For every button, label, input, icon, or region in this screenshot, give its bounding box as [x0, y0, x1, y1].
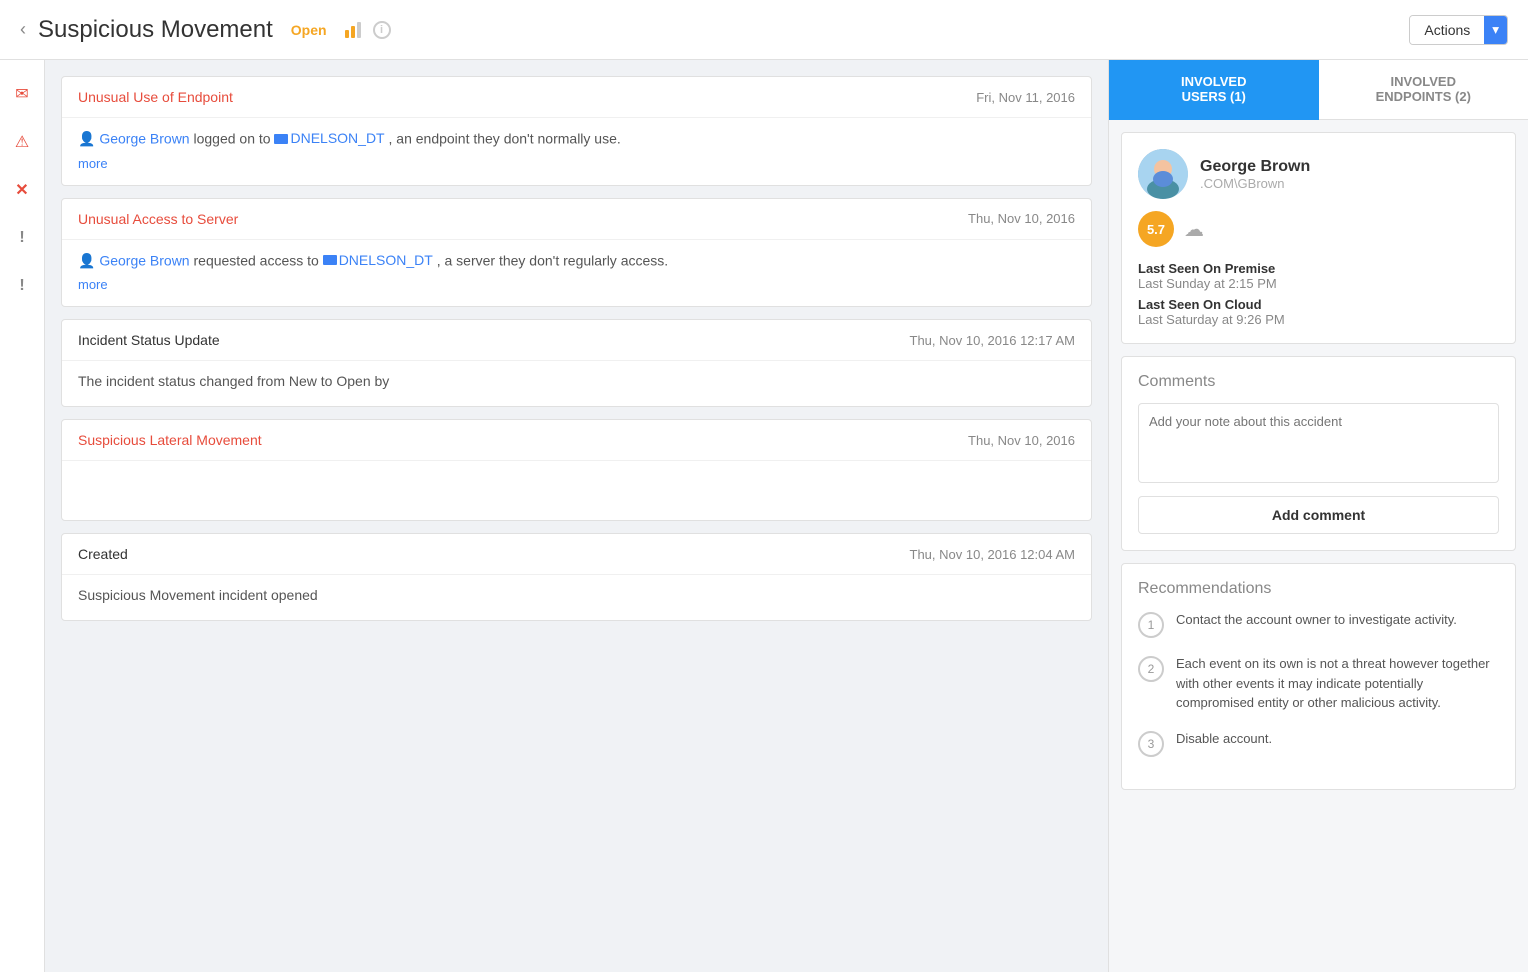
- tab-involved-endpoints[interactable]: INVOLVEDENDPOINTS (2): [1319, 60, 1528, 120]
- tab-involved-users[interactable]: INVOLVEDUSERS (1): [1109, 60, 1319, 120]
- user-info: George Brown .COM\GBrown: [1138, 149, 1499, 199]
- main-content: Unusual Use of Endpoint Fri, Nov 11, 201…: [45, 60, 1108, 972]
- last-seen-cloud-time: Last Saturday at 9:26 PM: [1138, 312, 1499, 327]
- sidebar-icon-exclaim1[interactable]: !: [0, 214, 44, 262]
- event-body-2: 👤 George Brown requested access to DNELS…: [62, 239, 1091, 307]
- rec-item-3: 3 Disable account.: [1138, 729, 1499, 757]
- signal-icon: [345, 22, 361, 38]
- add-comment-button[interactable]: Add comment: [1138, 496, 1499, 534]
- rec-text-1: Contact the account owner to investigate…: [1176, 610, 1457, 630]
- event-title-5: Created: [78, 546, 128, 562]
- event-description-3: The incident status changed from New to …: [78, 371, 1075, 392]
- user-name: George Brown: [1200, 158, 1310, 176]
- event-date-5: Thu, Nov 10, 2016 12:04 AM: [910, 547, 1076, 562]
- event-card-created: Created Thu, Nov 10, 2016 12:04 AM Suspi…: [61, 533, 1092, 621]
- event-title-4: Suspicious Lateral Movement: [78, 432, 262, 448]
- user-metrics: 5.7 ☁: [1138, 211, 1499, 247]
- event-title-3: Incident Status Update: [78, 332, 220, 348]
- event-title: Unusual Use of Endpoint: [78, 89, 233, 105]
- back-button[interactable]: ‹: [20, 19, 26, 40]
- last-seen-premise-label: Last Seen On Premise: [1138, 261, 1499, 276]
- event-header-4: Suspicious Lateral Movement Thu, Nov 10,…: [62, 420, 1091, 460]
- tab-endpoints-label: INVOLVEDENDPOINTS (2): [1376, 74, 1471, 104]
- sidebar-icons: ✉ ⚠ ✕ ! !: [0, 60, 45, 972]
- event-header-3: Incident Status Update Thu, Nov 10, 2016…: [62, 320, 1091, 360]
- header-left: ‹ Suspicious Movement Open i: [20, 16, 391, 44]
- endpoint-link-dnelson[interactable]: DNELSON_DT: [290, 128, 384, 149]
- event-title-2: Unusual Access to Server: [78, 211, 238, 227]
- main-layout: ✉ ⚠ ✕ ! ! Unusual Use of Endpoint Fri, N…: [0, 60, 1528, 972]
- page-header: ‹ Suspicious Movement Open i Actions ▾: [0, 0, 1528, 60]
- sidebar-icon-exclaim2[interactable]: !: [0, 262, 44, 310]
- comments-title: Comments: [1138, 373, 1499, 391]
- event-card-status-update: Incident Status Update Thu, Nov 10, 2016…: [61, 319, 1092, 407]
- event-date-4: Thu, Nov 10, 2016: [968, 433, 1075, 448]
- open-badge: Open: [291, 22, 327, 38]
- info-icon[interactable]: i: [373, 21, 391, 39]
- user-details: George Brown .COM\GBrown: [1200, 158, 1310, 191]
- sidebar-icon-times[interactable]: ✕: [0, 166, 44, 214]
- event-card-lateral: Suspicious Lateral Movement Thu, Nov 10,…: [61, 419, 1092, 521]
- avatar: [1138, 149, 1188, 199]
- sidebar-icon-warning[interactable]: ⚠: [0, 118, 44, 166]
- user-section: George Brown .COM\GBrown 5.7 ☁ Last Seen…: [1121, 132, 1516, 344]
- event-header-5: Created Thu, Nov 10, 2016 12:04 AM: [62, 534, 1091, 574]
- sidebar-icon-envelope[interactable]: ✉: [0, 70, 44, 118]
- actions-button-group[interactable]: Actions ▾: [1409, 15, 1508, 45]
- rec-item-2: 2 Each event on its own is not a threat …: [1138, 654, 1499, 713]
- rec-item-1: 1 Contact the account owner to investiga…: [1138, 610, 1499, 638]
- comment-input[interactable]: [1138, 403, 1499, 483]
- actions-main-button[interactable]: Actions: [1410, 16, 1484, 44]
- event-body: 👤 George Brown logged on to DNELSON_DT ,…: [62, 117, 1091, 185]
- last-seen-premise: Last Seen On Premise Last Sunday at 2:15…: [1138, 261, 1499, 291]
- recommendations-section: Recommendations 1 Contact the account ow…: [1121, 563, 1516, 790]
- event-body-5: Suspicious Movement incident opened: [62, 574, 1091, 620]
- actions-caret-button[interactable]: ▾: [1484, 16, 1507, 44]
- cloud-icon: ☁: [1184, 217, 1204, 242]
- event-card-unusual-server: Unusual Access to Server Thu, Nov 10, 20…: [61, 198, 1092, 308]
- comments-section: Comments Add comment: [1121, 356, 1516, 551]
- last-seen-premise-time: Last Sunday at 2:15 PM: [1138, 276, 1499, 291]
- risk-score-badge: 5.7: [1138, 211, 1174, 247]
- rec-number-3: 3: [1138, 731, 1164, 757]
- user-domain: .COM\GBrown: [1200, 176, 1310, 191]
- last-seen-cloud-label: Last Seen On Cloud: [1138, 297, 1499, 312]
- rec-number-1: 1: [1138, 612, 1164, 638]
- event-date: Fri, Nov 11, 2016: [976, 90, 1075, 105]
- seen-info: Last Seen On Premise Last Sunday at 2:15…: [1138, 261, 1499, 327]
- event-description-5: Suspicious Movement incident opened: [78, 585, 1075, 606]
- tab-users-label: INVOLVEDUSERS (1): [1181, 74, 1247, 104]
- event-card-unusual-endpoint: Unusual Use of Endpoint Fri, Nov 11, 201…: [61, 76, 1092, 186]
- event-date-2: Thu, Nov 10, 2016: [968, 211, 1075, 226]
- event-body-3: The incident status changed from New to …: [62, 360, 1091, 406]
- event-date-3: Thu, Nov 10, 2016 12:17 AM: [910, 333, 1076, 348]
- event-description: 👤 George Brown logged on to DNELSON_DT ,…: [78, 128, 1075, 150]
- avatar-image: [1138, 149, 1188, 199]
- event-header-2: Unusual Access to Server Thu, Nov 10, 20…: [62, 199, 1091, 239]
- event-description-2: 👤 George Brown requested access to DNELS…: [78, 250, 1075, 272]
- user-link-george-2[interactable]: George Brown: [99, 252, 189, 268]
- user-link-george[interactable]: George Brown: [99, 131, 189, 147]
- page-title: Suspicious Movement: [38, 16, 273, 44]
- endpoint-link-dnelson-2[interactable]: DNELSON_DT: [339, 250, 433, 271]
- right-panel: INVOLVEDUSERS (1) INVOLVEDENDPOINTS (2): [1108, 60, 1528, 972]
- more-link-1[interactable]: more: [78, 156, 108, 171]
- recommendations-title: Recommendations: [1138, 580, 1499, 598]
- tabs-container: INVOLVEDUSERS (1) INVOLVEDENDPOINTS (2): [1109, 60, 1528, 120]
- rec-text-3: Disable account.: [1176, 729, 1272, 749]
- more-link-2[interactable]: more: [78, 277, 108, 292]
- event-body-4: [62, 460, 1091, 520]
- rec-text-2: Each event on its own is not a threat ho…: [1176, 654, 1499, 713]
- event-header: Unusual Use of Endpoint Fri, Nov 11, 201…: [62, 77, 1091, 117]
- rec-number-2: 2: [1138, 656, 1164, 682]
- last-seen-cloud: Last Seen On Cloud Last Saturday at 9:26…: [1138, 297, 1499, 327]
